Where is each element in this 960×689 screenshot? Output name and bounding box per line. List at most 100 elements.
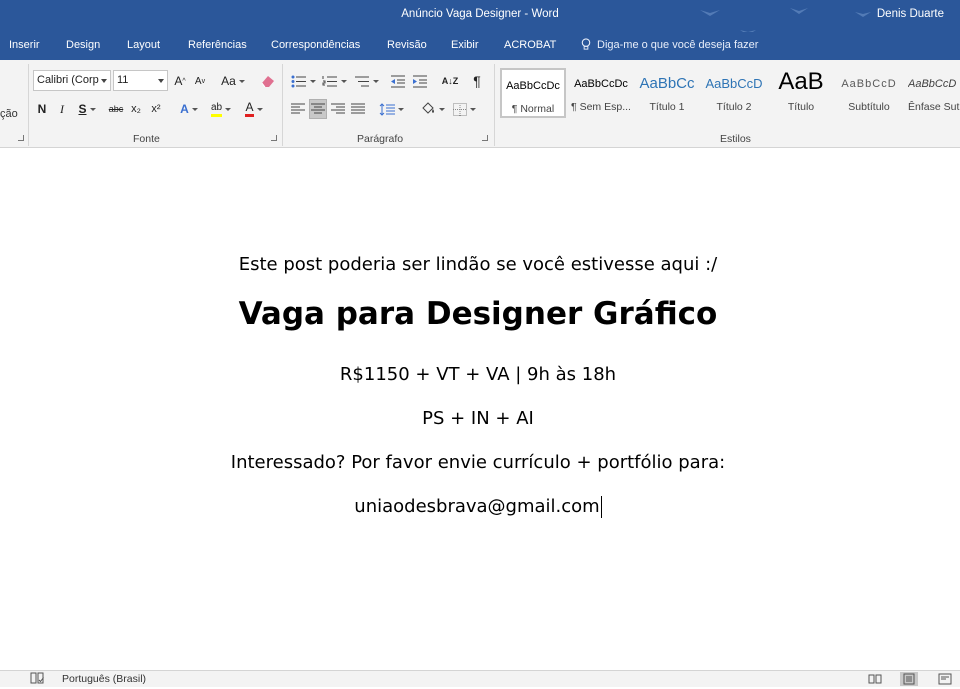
paragraph-group-label: Parágrafo	[357, 133, 404, 145]
decrease-indent-icon	[391, 75, 405, 87]
justify-icon	[351, 103, 365, 114]
align-right-icon	[331, 103, 345, 114]
style-name: Título	[787, 101, 815, 113]
show-formatting-marks-button[interactable]: ¶	[469, 71, 485, 91]
chevron-down-icon	[101, 79, 107, 83]
grow-font-button[interactable]: A ^	[172, 71, 188, 91]
clipboard-dialog-launcher[interactable]	[18, 135, 24, 141]
style-name: Subtítulo	[848, 101, 890, 113]
paint-bucket-icon	[421, 102, 434, 114]
tab-correspondencias[interactable]: Correspondências	[271, 39, 360, 51]
increase-indent-button[interactable]	[411, 71, 429, 91]
font-name-value: Calibri (Corp	[37, 74, 99, 86]
numbering-button[interactable]	[320, 71, 348, 91]
style-heading-1[interactable]: AaBbCc Título 1	[634, 68, 700, 118]
tab-layout[interactable]: Layout	[127, 39, 160, 51]
job-heading: Vaga para Designer Gráfico	[238, 296, 718, 332]
book-open-icon	[868, 674, 882, 684]
align-left-button[interactable]	[289, 99, 307, 119]
salary-line: R$1150 + VT + VA | 9h às 18h	[339, 364, 617, 385]
instructions-line: Interessado? Por favor envie currículo +…	[230, 452, 726, 473]
align-left-icon	[291, 103, 305, 114]
tab-revisao[interactable]: Revisão	[387, 39, 427, 51]
skills-line: PS + IN + AI	[422, 408, 534, 429]
change-case-button[interactable]: Aa	[218, 71, 248, 91]
email-line: uniaodesbrava@gmail.com	[0, 496, 956, 518]
tab-exibir[interactable]: Exibir	[451, 39, 479, 51]
clear-formatting-button[interactable]	[258, 71, 278, 91]
style-name: ¶ Normal	[511, 103, 555, 115]
font-dialog-launcher[interactable]	[271, 135, 277, 141]
tab-inserir[interactable]: Inserir	[9, 39, 40, 51]
style-name: Título 2	[716, 101, 752, 113]
group-separator	[282, 64, 283, 146]
shrink-font-icon: A	[194, 75, 202, 87]
line-spacing-button[interactable]	[377, 99, 405, 119]
highlighter-icon: ab	[210, 102, 223, 117]
sort-button[interactable]: A↓Z	[440, 71, 460, 91]
superscript-button[interactable]: x²	[148, 99, 164, 119]
read-mode-button[interactable]	[866, 672, 884, 686]
eraser-icon	[261, 76, 274, 88]
align-center-icon	[311, 103, 325, 114]
shading-button[interactable]	[418, 99, 446, 119]
page-icon	[903, 673, 915, 685]
style-no-spacing[interactable]: AaBbCcDc ¶ Sem Esp...	[568, 68, 634, 118]
proofing-book-icon[interactable]	[30, 672, 44, 685]
align-right-button[interactable]	[329, 99, 347, 119]
group-separator	[494, 64, 495, 146]
print-layout-button[interactable]	[900, 672, 918, 686]
grow-font-icon: A	[174, 74, 183, 88]
underline-button[interactable]: S	[74, 99, 100, 119]
text-effects-icon: A	[180, 102, 189, 116]
style-sample: AaBbCcDc	[574, 78, 628, 90]
font-name-combo[interactable]: Calibri (Corp	[33, 70, 111, 91]
bold-button[interactable]: N	[34, 99, 50, 119]
clipboard-group-label-partial: ção	[0, 108, 18, 120]
borders-button[interactable]	[450, 99, 478, 119]
italic-button[interactable]: I	[54, 99, 70, 119]
tell-me-placeholder: Diga-me o que você deseja fazer	[597, 38, 759, 51]
multilevel-list-button[interactable]	[352, 71, 380, 91]
group-separator	[28, 64, 29, 146]
text-effects-button[interactable]: A	[176, 99, 202, 119]
style-title[interactable]: AaB Título	[768, 68, 834, 118]
font-color-icon: A	[245, 101, 254, 117]
font-size-combo[interactable]: 11	[113, 70, 168, 91]
tab-design[interactable]: Design	[66, 39, 100, 51]
font-color-button[interactable]: A	[240, 99, 268, 119]
style-sample: AaBbCcDc	[506, 80, 560, 92]
justify-button[interactable]	[349, 99, 367, 119]
text-cursor	[600, 496, 602, 518]
tab-referencias[interactable]: Referências	[188, 39, 247, 51]
ribbon-tabs: Inserir Design Layout Referências Corres…	[0, 32, 960, 60]
style-sample: AaBbCc	[639, 75, 695, 92]
web-layout-button[interactable]	[936, 672, 954, 686]
line-spacing-icon	[379, 102, 395, 116]
strikethrough-button[interactable]: abc	[106, 99, 126, 119]
subscript-button[interactable]: x₂	[128, 99, 144, 119]
web-layout-icon	[938, 673, 952, 685]
language-indicator[interactable]: Português (Brasil)	[62, 673, 146, 685]
tell-me-box[interactable]: Diga-me o que você deseja fazer	[580, 38, 758, 51]
account-user-name[interactable]: Denis Duarte	[877, 8, 944, 20]
style-subtitle[interactable]: AaBbCcD Subtítulo	[836, 68, 902, 118]
sort-icon: A↓Z	[441, 75, 459, 86]
email-text: uniaodesbrava@gmail.com	[354, 496, 600, 517]
highlight-button[interactable]: ab	[207, 99, 235, 119]
increase-indent-icon	[413, 75, 427, 87]
style-subtle-emphasis[interactable]: AaBbCcD Ênfase Sut	[904, 68, 960, 118]
style-name: Título 1	[649, 101, 685, 113]
decrease-indent-button[interactable]	[389, 71, 407, 91]
style-sample: AaBbCcD	[908, 78, 957, 90]
align-center-button[interactable]	[309, 99, 327, 119]
styles-group-label: Estilos	[720, 133, 751, 145]
document-page[interactable]: Este post poderia ser lindão se você est…	[0, 148, 960, 670]
bullets-button[interactable]	[289, 71, 317, 91]
paragraph-dialog-launcher[interactable]	[482, 135, 488, 141]
style-heading-2[interactable]: AaBbCcD Título 2	[701, 68, 767, 118]
numbered-list-icon	[322, 75, 337, 86]
shrink-font-button[interactable]: Av	[192, 71, 208, 91]
tab-acrobat[interactable]: ACROBAT	[504, 39, 556, 51]
style-normal[interactable]: AaBbCcDc ¶ Normal	[500, 68, 566, 118]
